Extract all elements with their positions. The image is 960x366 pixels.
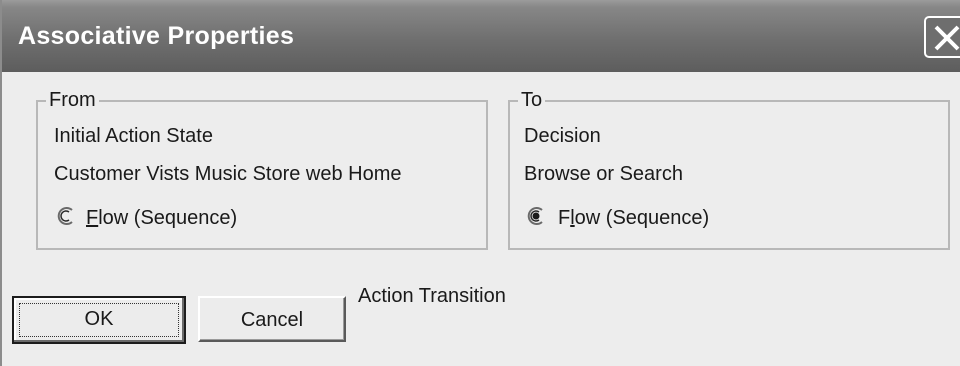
from-element-type: Initial Action State: [54, 125, 213, 147]
associative-properties-dialog: Associative Properties From Initial Acti…: [0, 0, 960, 366]
to-flow-radio-label[interactable]: Flow (Sequence): [558, 206, 709, 230]
title-bar[interactable]: Associative Properties: [2, 0, 960, 72]
to-flow-prefix: F: [558, 207, 571, 229]
from-flow-text: low (Sequence): [98, 207, 238, 229]
to-group-label: To: [518, 89, 546, 111]
close-icon: [934, 25, 960, 51]
to-element-name: Browse or Search: [524, 163, 683, 185]
to-flow-radio[interactable]: [526, 206, 546, 226]
from-flow-radio[interactable]: [56, 206, 76, 226]
dialog-title: Associative Properties: [18, 22, 295, 50]
ok-button[interactable]: OK: [12, 296, 186, 344]
from-flow-mnemonic: F: [86, 207, 99, 229]
from-element-name: Customer Vists Music Store web Home: [54, 163, 402, 185]
ok-button-label: OK: [84, 308, 114, 330]
close-button[interactable]: [924, 16, 960, 58]
from-group-label: From: [46, 89, 99, 111]
to-element-type: Decision: [524, 125, 601, 147]
to-flow-text: ow (Sequence): [574, 207, 710, 229]
association-type-label: Action Transition: [358, 285, 506, 307]
from-flow-radio-label[interactable]: Flow (Sequence): [86, 206, 237, 230]
cancel-button[interactable]: Cancel: [198, 296, 346, 342]
